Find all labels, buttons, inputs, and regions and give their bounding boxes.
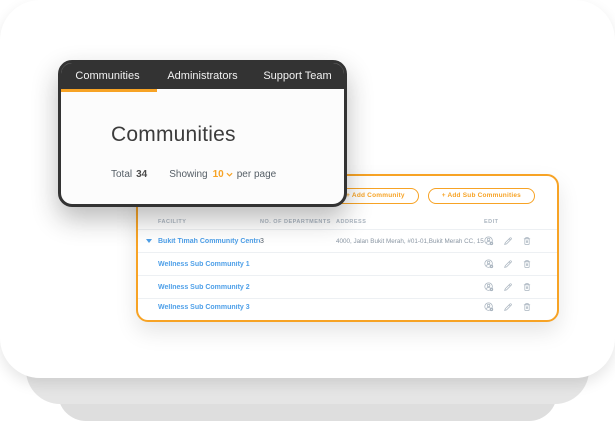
showing-label: Showing	[169, 169, 207, 180]
user-settings-icon[interactable]	[484, 282, 494, 292]
tab-administrators[interactable]: Administrators	[155, 62, 250, 89]
edit-pencil-icon[interactable]	[503, 236, 513, 246]
address-text: 4000, Jalan Bukit Merah, #01-01,Bukit Me…	[336, 238, 484, 245]
table-row: Wellness Sub Community 3	[138, 299, 557, 315]
facility-link[interactable]: Wellness Sub Community 2	[158, 284, 260, 291]
delete-trash-icon[interactable]	[522, 282, 532, 292]
table-row: Wellness Sub Community 1	[138, 253, 557, 276]
page-size-dropdown[interactable]: 10	[213, 169, 233, 180]
row-actions	[484, 282, 534, 292]
mockup-stage: + Add Community + Add Sub Communities FA…	[0, 0, 615, 421]
column-header-address: ADDRESS	[336, 219, 484, 225]
expand-chevron-icon[interactable]	[146, 239, 152, 243]
pagination-summary: Total 34 Showing 10 per page	[111, 169, 344, 180]
delete-trash-icon[interactable]	[522, 259, 532, 269]
active-tab-indicator	[61, 89, 157, 92]
row-actions	[484, 302, 534, 312]
delete-trash-icon[interactable]	[522, 236, 532, 246]
tab-communities[interactable]: Communities	[60, 62, 155, 89]
edit-pencil-icon[interactable]	[503, 302, 513, 312]
table-header-row: FACILITY NO. OF DEPARTMENTS ADDRESS EDIT	[138, 215, 557, 230]
table-row: Wellness Sub Community 2	[138, 276, 557, 299]
row-actions	[484, 259, 534, 269]
user-settings-icon[interactable]	[484, 259, 494, 269]
total-label: Total	[111, 169, 132, 180]
column-header-edit: EDIT	[484, 219, 534, 225]
facility-link[interactable]: Wellness Sub Community 3	[158, 304, 260, 311]
facility-link[interactable]: Wellness Sub Community 1	[158, 261, 260, 268]
departments-count: 3	[260, 238, 336, 245]
delete-trash-icon[interactable]	[522, 302, 532, 312]
user-settings-icon[interactable]	[484, 236, 494, 246]
column-header-facility: FACILITY	[158, 219, 260, 225]
user-settings-icon[interactable]	[484, 302, 494, 312]
row-actions	[484, 236, 534, 246]
column-header-departments: NO. OF DEPARTMENTS	[260, 219, 336, 225]
tab-bar: Communities Administrators Support Team	[60, 62, 345, 89]
total-count: 34	[136, 169, 147, 180]
add-sub-communities-button[interactable]: + Add Sub Communities	[428, 188, 535, 204]
edit-pencil-icon[interactable]	[503, 282, 513, 292]
page-size-value: 10	[213, 169, 224, 180]
table-row: Bukit Timah Community Centre 3 4000, Jal…	[138, 230, 557, 253]
edit-pencil-icon[interactable]	[503, 259, 513, 269]
communities-summary-card: Communities Administrators Support Team …	[58, 60, 347, 207]
chevron-down-icon	[226, 172, 233, 177]
tab-support-team[interactable]: Support Team	[250, 62, 345, 89]
facility-link[interactable]: Bukit Timah Community Centre	[158, 238, 260, 245]
per-page-label: per page	[237, 169, 276, 180]
page-title: Communities	[111, 123, 344, 147]
